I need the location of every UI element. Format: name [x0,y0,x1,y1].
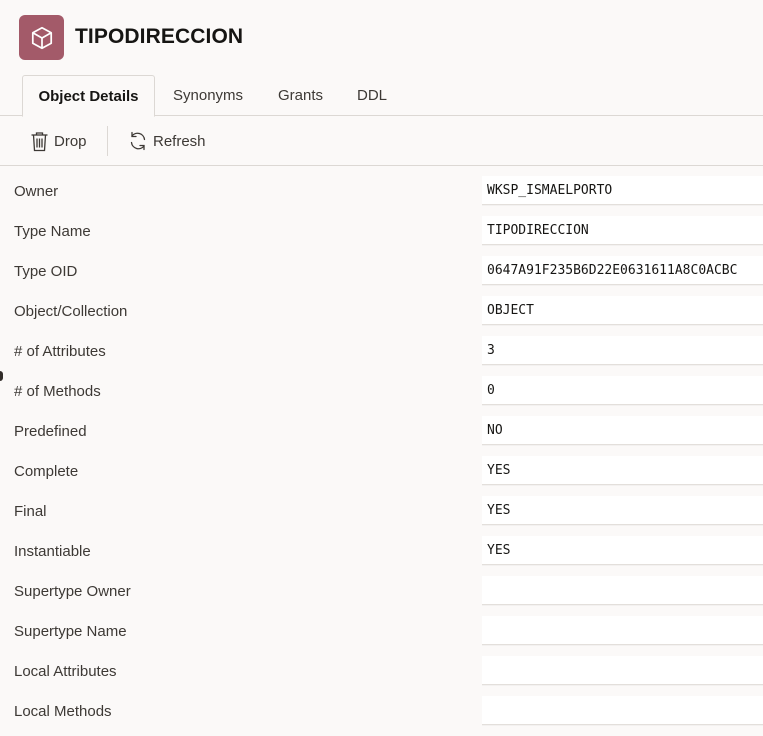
tab-object-details[interactable]: Object Details [22,75,155,117]
detail-value: TIPODIRECCION [482,216,763,245]
detail-row-attributes-count: # of Attributes 3 [0,331,763,371]
object-details-list: Owner WKSP_ISMAELPORTO Type Name TIPODIR… [0,171,763,731]
tab-bar: Object Details Synonyms Grants DDL [0,75,763,117]
detail-row-object-collection: Object/Collection OBJECT [0,291,763,331]
detail-label: # of Attributes [14,343,106,360]
detail-row-supertype-owner: Supertype Owner [0,571,763,611]
detail-value: OBJECT [482,296,763,325]
detail-value [482,616,763,645]
detail-row-final: Final YES [0,491,763,531]
detail-row-type-oid: Type OID 0647A91F235B6D22E0631611A8C0ACB… [0,251,763,291]
detail-row-owner: Owner WKSP_ISMAELPORTO [0,171,763,211]
trash-icon [31,131,48,151]
tab-synonyms[interactable]: Synonyms [173,75,243,115]
detail-row-supertype-name: Supertype Name [0,611,763,651]
detail-label: Local Methods [14,703,112,720]
detail-label: Object/Collection [14,303,128,320]
detail-label: Type OID [14,263,78,280]
detail-value [482,576,763,605]
detail-row-local-methods: Local Methods [0,691,763,731]
detail-value: NO [482,416,763,445]
detail-label: Instantiable [14,543,91,560]
detail-value: 0647A91F235B6D22E0631611A8C0ACBC [482,256,763,285]
detail-value [482,656,763,685]
detail-row-local-attributes: Local Attributes [0,651,763,691]
toolbar: Drop Refresh [0,116,763,166]
detail-value: WKSP_ISMAELPORTO [482,176,763,205]
detail-label: Supertype Owner [14,583,131,600]
detail-row-predefined: Predefined NO [0,411,763,451]
page-title: TIPODIRECCION [75,25,244,48]
detail-value: YES [482,496,763,525]
drop-button[interactable]: Drop [30,128,87,154]
detail-label: # of Methods [14,383,101,400]
detail-label: Complete [14,463,79,480]
detail-label: Owner [14,183,59,200]
detail-value: YES [482,456,763,485]
tab-grants[interactable]: Grants [278,75,323,115]
tab-ddl[interactable]: DDL [357,75,387,115]
toolbar-divider [107,126,108,156]
page-header: TIPODIRECCION [0,0,763,76]
detail-value: 3 [482,336,763,365]
detail-label: Type Name [14,223,91,240]
detail-value [482,696,763,725]
detail-label: Local Attributes [14,663,117,680]
detail-value: YES [482,536,763,565]
refresh-label: Refresh [153,132,206,150]
detail-row-methods-count: # of Methods 0 [0,371,763,411]
detail-label: Predefined [14,423,87,440]
detail-value: 0 [482,376,763,405]
detail-row-complete: Complete YES [0,451,763,491]
detail-row-type-name: Type Name TIPODIRECCION [0,211,763,251]
cube-icon [19,15,64,60]
refresh-icon [130,131,146,151]
detail-row-instantiable: Instantiable YES [0,531,763,571]
drop-label: Drop [54,132,87,150]
splitter-handle[interactable] [0,371,3,381]
detail-label: Supertype Name [14,623,127,640]
refresh-button[interactable]: Refresh [128,128,206,154]
detail-label: Final [14,503,47,520]
